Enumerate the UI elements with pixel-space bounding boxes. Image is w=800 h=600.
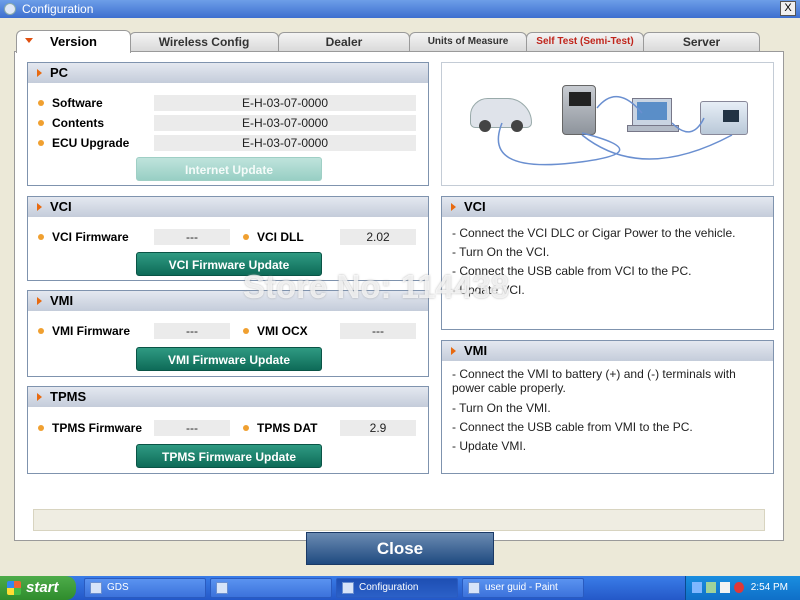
cable-lines	[497, 96, 733, 166]
tpms-panel: TPMS TPMS Firmware --- TPMS DAT 2.9 TPMS…	[27, 386, 429, 474]
app-icon	[4, 3, 16, 15]
vci-firmware-value: ---	[154, 229, 230, 245]
instruction-line: - Turn On the VMI.	[452, 401, 551, 415]
tab-version-label: Version	[50, 34, 97, 49]
vci-dll-value: 2.02	[340, 229, 416, 245]
taskbar-item-paint[interactable]: user guid - Paint	[462, 578, 584, 598]
instruction-line: - Update VMI.	[452, 439, 527, 453]
window-titlebar[interactable]: Configuration X	[0, 0, 800, 18]
software-label: Software	[38, 96, 103, 110]
vmi-ocx-value: ---	[340, 323, 416, 339]
vmi-firmware-update-button[interactable]: VMI Firmware Update	[136, 347, 322, 371]
system-tray: 2:54 PM	[685, 576, 800, 600]
taskbar-item-unnamed[interactable]	[210, 578, 332, 598]
app-icon	[342, 582, 354, 594]
vmi-firmware-label: VMI Firmware	[38, 324, 130, 338]
instruction-line: - Connect the VCI DLC or Cigar Power to …	[452, 226, 736, 240]
app-icon	[216, 582, 228, 594]
vci-dll-label: VCI DLL	[243, 230, 304, 244]
window-title: Configuration	[22, 2, 94, 16]
tab-server[interactable]: Server	[643, 32, 760, 52]
tpms-dat-value: 2.9	[340, 420, 416, 436]
ecu-upgrade-value: E-H-03-07-0000	[154, 135, 416, 151]
tray-icon[interactable]	[720, 582, 730, 593]
tpms-dat-label: TPMS DAT	[243, 421, 317, 435]
internet-update-button[interactable]: Internet Update	[136, 157, 322, 181]
taskbar-item-configuration[interactable]: Configuration	[336, 578, 458, 598]
vci-info-panel: VCI - Connect the VCI DLC or Cigar Power…	[441, 196, 774, 330]
speaker-icon[interactable]	[692, 582, 702, 593]
instruction-line: - Connect the USB cable from VMI to the …	[452, 420, 693, 434]
tab-arrow-icon	[25, 38, 33, 43]
pc-panel-title: PC	[28, 63, 428, 83]
tab-self-test[interactable]: Self Test (Semi-Test)	[526, 32, 644, 52]
status-bar	[33, 509, 765, 531]
vci-info-title: VCI	[442, 197, 773, 217]
software-value: E-H-03-07-0000	[154, 95, 416, 111]
tab-bar: Wireless Config Dealer Units of Measure …	[16, 30, 760, 53]
vci-firmware-label: VCI Firmware	[38, 230, 129, 244]
start-button[interactable]: start	[0, 576, 76, 600]
alert-icon[interactable]	[734, 582, 744, 593]
bullet-icon	[38, 140, 44, 146]
contents-value: E-H-03-07-0000	[154, 115, 416, 131]
close-button[interactable]: Close	[306, 532, 494, 565]
contents-label: Contents	[38, 116, 104, 130]
connection-illustration	[441, 62, 774, 186]
app-icon	[90, 582, 102, 594]
vmi-ocx-label: VMI OCX	[243, 324, 308, 338]
vmi-firmware-value: ---	[154, 323, 230, 339]
tab-wireless-config[interactable]: Wireless Config	[129, 32, 279, 52]
window-close-button[interactable]: X	[780, 1, 796, 16]
vmi-info-title: VMI	[442, 341, 773, 361]
tab-version[interactable]: Version	[16, 30, 131, 53]
tpms-panel-title: TPMS	[28, 387, 428, 407]
tpms-firmware-update-button[interactable]: TPMS Firmware Update	[136, 444, 322, 468]
bullet-icon	[38, 100, 44, 106]
taskbar: start GDS Configuration user guid - Pain…	[0, 576, 800, 600]
paint-icon	[468, 582, 480, 594]
bullet-icon	[243, 328, 249, 334]
pc-panel: PC Software E-H-03-07-0000 Contents E-H-…	[27, 62, 429, 186]
network-icon[interactable]	[706, 582, 716, 593]
bullet-icon	[243, 234, 249, 240]
bullet-icon	[38, 425, 44, 431]
bullet-icon	[38, 328, 44, 334]
bullet-icon	[38, 234, 44, 240]
taskbar-item-gds[interactable]: GDS	[84, 578, 206, 598]
instruction-line: - Connect the VMI to battery (+) and (-)…	[452, 367, 736, 395]
store-watermark: Store No: 114438	[243, 268, 509, 305]
vci-panel-title: VCI	[28, 197, 428, 217]
vmi-info-panel: VMI - Connect the VMI to battery (+) and…	[441, 340, 774, 474]
ecu-upgrade-label: ECU Upgrade	[38, 136, 129, 150]
tab-dealer[interactable]: Dealer	[278, 32, 410, 52]
tpms-firmware-value: ---	[154, 420, 230, 436]
instruction-line: - Turn On the VCI.	[452, 245, 550, 259]
tpms-firmware-label: TPMS Firmware	[38, 421, 142, 435]
bullet-icon	[243, 425, 249, 431]
bullet-icon	[38, 120, 44, 126]
tab-units-of-measure[interactable]: Units of Measure	[409, 32, 527, 52]
clock: 2:54 PM	[750, 582, 788, 593]
vmi-instructions: - Connect the VMI to battery (+) and (-)…	[452, 367, 770, 456]
